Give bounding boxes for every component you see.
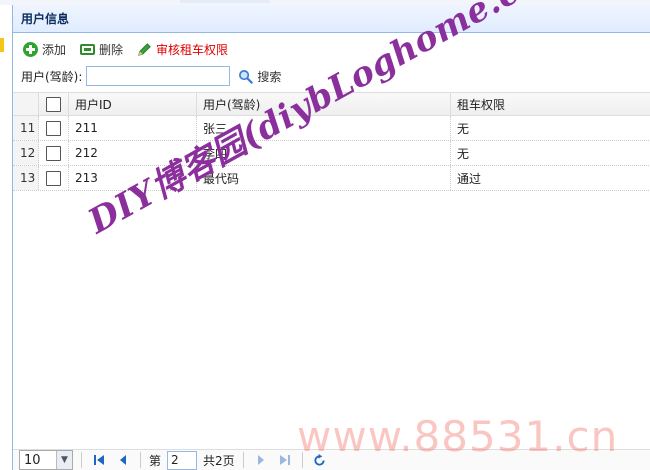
row-checkbox[interactable] bbox=[46, 120, 61, 136]
table-row[interactable]: 12 212 李四 无 bbox=[13, 141, 650, 166]
row-checkbox-cell bbox=[39, 141, 69, 165]
add-icon bbox=[23, 41, 38, 57]
table-row[interactable]: 11 211 张三 无 bbox=[13, 116, 650, 141]
panel-title: 用户信息 bbox=[13, 5, 650, 33]
first-page-icon bbox=[94, 455, 104, 465]
pager-divider bbox=[242, 452, 244, 468]
permission-cell: 无 bbox=[457, 121, 470, 136]
table-header: 用户ID 用户(驾龄) 租车权限 bbox=[13, 92, 650, 116]
delete-icon bbox=[80, 43, 96, 55]
prev-page-icon bbox=[120, 455, 126, 465]
pencil-icon bbox=[138, 42, 151, 56]
row-number: 12 bbox=[13, 141, 39, 165]
next-page-icon bbox=[257, 455, 264, 465]
search-input[interactable] bbox=[86, 66, 231, 86]
user-name-cell: 张三 bbox=[197, 116, 451, 140]
row-checkbox[interactable] bbox=[46, 170, 61, 186]
toolbar: 添加 删除 审核租车权限 bbox=[13, 37, 650, 61]
last-page-button[interactable] bbox=[276, 451, 294, 469]
total-pages: 共2页 bbox=[203, 453, 235, 468]
review-permission-button[interactable]: 审核租车权限 bbox=[137, 41, 228, 58]
row-number-header bbox=[13, 93, 39, 115]
user-name-cell: 最代码 bbox=[197, 166, 451, 190]
tab-edge bbox=[180, 0, 270, 3]
user-id-cell: 213 bbox=[69, 166, 197, 190]
last-page-icon bbox=[279, 455, 290, 465]
row-checkbox-cell bbox=[39, 166, 69, 190]
chevron-down-icon: ▼ bbox=[56, 451, 72, 469]
pager-divider bbox=[81, 452, 82, 468]
row-checkbox-cell bbox=[39, 116, 69, 140]
search-icon bbox=[239, 69, 254, 84]
next-page-button[interactable] bbox=[252, 451, 270, 469]
prev-page-button[interactable] bbox=[114, 451, 132, 469]
select-all-checkbox[interactable] bbox=[46, 96, 61, 112]
pagination-bar: 10 ▼ 第 2 共2页 bbox=[13, 449, 650, 470]
page-prefix: 第 bbox=[149, 453, 162, 468]
user-name-cell: 李四 bbox=[197, 141, 451, 165]
page-size-select[interactable]: 10 ▼ bbox=[19, 450, 73, 470]
search-button[interactable]: 搜索 bbox=[238, 68, 281, 85]
user-id-cell: 211 bbox=[69, 116, 197, 140]
table-row[interactable]: 13 213 最代码 通过 bbox=[13, 166, 650, 191]
pager-divider bbox=[140, 452, 141, 468]
select-all-cell bbox=[39, 93, 69, 115]
search-row: 用户(驾龄): 搜索 bbox=[13, 63, 650, 89]
current-page-input[interactable]: 2 bbox=[167, 450, 198, 470]
search-button-label: 搜索 bbox=[257, 69, 282, 84]
permission-cell: 通过 bbox=[457, 171, 482, 186]
refresh-button[interactable] bbox=[311, 451, 329, 469]
refresh-icon bbox=[314, 453, 325, 466]
user-table: 用户ID 用户(驾龄) 租车权限 11 211 张三 无 12 212 李四 无… bbox=[13, 92, 650, 191]
pager-divider bbox=[301, 452, 303, 468]
column-header-rental-permission[interactable]: 租车权限 bbox=[451, 93, 650, 115]
row-number: 11 bbox=[13, 116, 39, 140]
user-info-panel: 用户信息 添加 删除 审核租车权限 用户(驾龄): 搜索 用户ID 用户(驾龄)… bbox=[12, 5, 650, 470]
review-permission-label: 审核租车权限 bbox=[156, 42, 229, 57]
column-header-user-driving-age[interactable]: 用户(驾龄) bbox=[197, 93, 451, 115]
page-size-value: 10 bbox=[24, 452, 41, 468]
row-checkbox[interactable] bbox=[46, 145, 61, 161]
search-label: 用户(驾龄): bbox=[21, 69, 83, 84]
delete-button[interactable]: 删除 bbox=[80, 41, 123, 58]
add-button[interactable]: 添加 bbox=[23, 41, 66, 58]
left-marker bbox=[0, 38, 4, 52]
first-page-button[interactable] bbox=[90, 451, 108, 469]
row-number: 13 bbox=[13, 166, 39, 190]
delete-button-label: 删除 bbox=[99, 42, 124, 57]
column-header-user-id[interactable]: 用户ID bbox=[69, 93, 197, 115]
add-button-label: 添加 bbox=[42, 42, 67, 57]
user-id-cell: 212 bbox=[69, 141, 197, 165]
permission-cell: 无 bbox=[457, 146, 470, 161]
